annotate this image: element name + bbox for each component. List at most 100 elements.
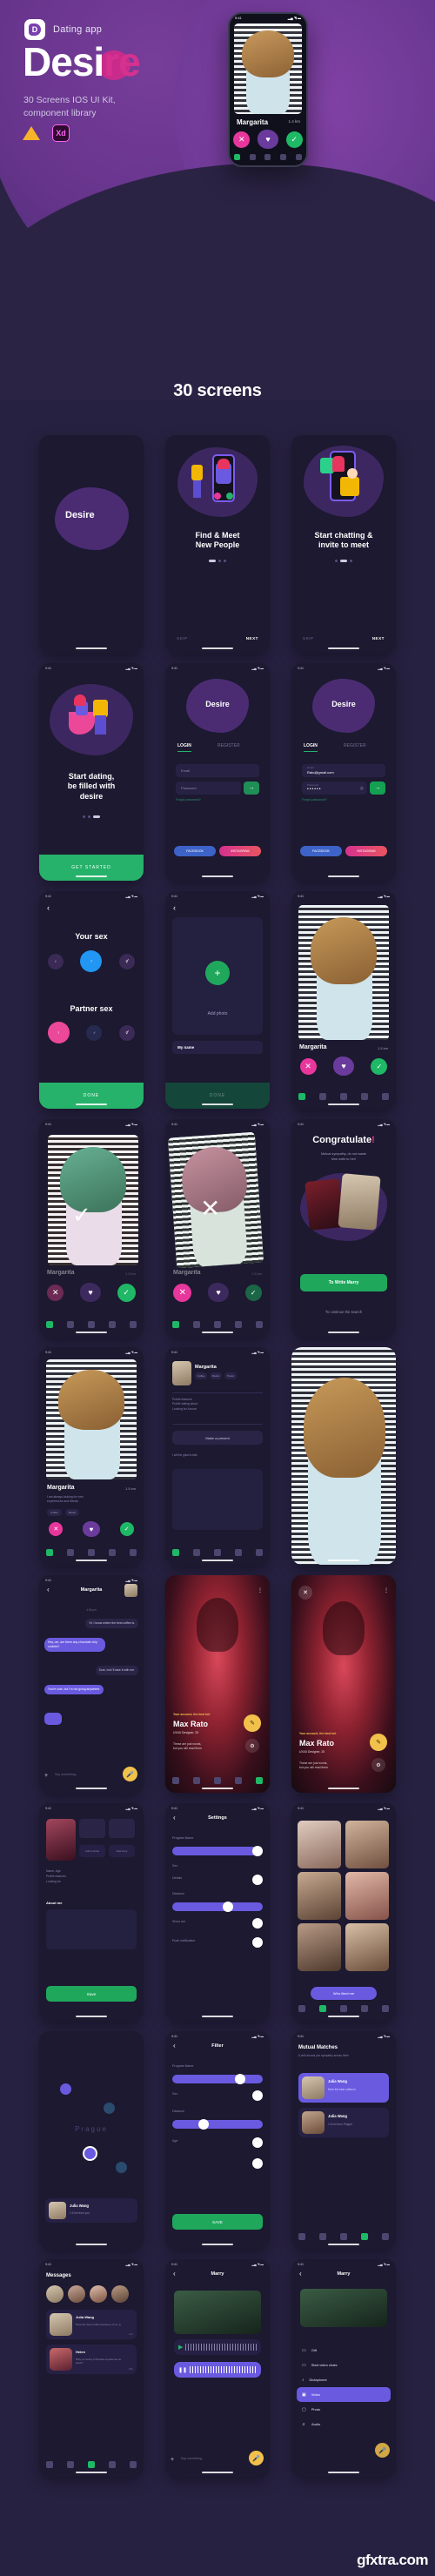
tab-profile-icon[interactable] bbox=[382, 2005, 389, 2012]
back-arrow-icon[interactable]: ‹ bbox=[47, 903, 50, 912]
tab-chat-icon[interactable] bbox=[340, 2233, 347, 2240]
profile-gallery[interactable] bbox=[172, 1469, 263, 1530]
email-field[interactable]: Email bbox=[176, 764, 259, 777]
screen-match[interactable]: 9:41 ▂▄ ◥ ▬ Congratulate! Mutual sympathy… bbox=[291, 1119, 396, 1337]
voice-message-played[interactable]: ▶ bbox=[174, 2339, 261, 2355]
add-photo-button[interactable]: + bbox=[205, 961, 230, 985]
tab-register[interactable]: REGISTER bbox=[344, 743, 366, 748]
tab-profile-icon[interactable] bbox=[130, 2461, 137, 2468]
screen-my-profile-edit[interactable]: 9:41▂▄ ◥ ▬ ✕ ⋮ Your account, the best be… bbox=[291, 1575, 396, 1793]
tab-likes-icon[interactable] bbox=[361, 2005, 368, 2012]
eye-icon[interactable]: ◎ bbox=[360, 786, 364, 791]
slider-handle[interactable] bbox=[198, 2119, 209, 2130]
tab-grid-icon[interactable] bbox=[67, 1549, 74, 1556]
tab-discover-icon[interactable] bbox=[172, 1777, 179, 1784]
dislike-button[interactable]: ✕ bbox=[49, 1522, 64, 1536]
message-row[interactable]: Julia Wang Here the best coffee because … bbox=[46, 2310, 137, 2339]
tab-chat-icon[interactable] bbox=[88, 2461, 95, 2468]
tab-profile-icon[interactable] bbox=[130, 1321, 137, 1328]
my-name-field[interactable]: My name bbox=[172, 1041, 263, 1054]
dot-1[interactable] bbox=[83, 815, 85, 818]
person-card[interactable] bbox=[345, 1821, 389, 1868]
person-card[interactable] bbox=[298, 1821, 341, 1868]
filter-toggle[interactable] bbox=[252, 2090, 263, 2101]
screen-people-grid[interactable]: 9:41 ▂▄ ◥ ▬ Who liked me bbox=[291, 1803, 396, 2021]
photo-slot[interactable] bbox=[109, 1819, 135, 1838]
tab-grid-icon[interactable] bbox=[67, 2461, 74, 2468]
tab-likes-icon[interactable] bbox=[235, 1777, 242, 1784]
tab-likes-icon[interactable] bbox=[361, 1093, 368, 1100]
menu-item-video-chat[interactable]: ▭ Start video chats bbox=[297, 2358, 391, 2372]
skip-button[interactable]: SKIP bbox=[177, 636, 187, 641]
option-male[interactable]: ♂ bbox=[80, 950, 103, 972]
map-pin[interactable] bbox=[60, 2083, 71, 2095]
tab-profile-icon[interactable] bbox=[256, 1777, 263, 1784]
like-button[interactable]: ✓ bbox=[244, 1284, 262, 1301]
tab-likes-icon[interactable] bbox=[235, 1549, 242, 1556]
screen-chat[interactable]: 9:41 ▂▄ ◥ ▬ ‹ Margarita 4:36 pm Hi, I kno… bbox=[39, 1575, 144, 1793]
filter-toggle[interactable] bbox=[252, 2158, 263, 2169]
filter-toggle[interactable] bbox=[252, 2137, 263, 2148]
menu-item-photo[interactable]: ▢ Photo bbox=[297, 2402, 391, 2417]
submit-button[interactable]: → bbox=[370, 782, 385, 795]
bottom-tab-bar[interactable] bbox=[165, 1777, 270, 1784]
bottom-tab-bar[interactable] bbox=[165, 1549, 270, 1556]
tab-profile-icon[interactable] bbox=[382, 1093, 389, 1100]
tab-likes-icon[interactable] bbox=[235, 1321, 242, 1328]
option-female[interactable]: ♀ bbox=[47, 1022, 70, 1043]
screen-login-empty[interactable]: 9:41 ▂▄ ◥ ▬ Desire LOGIN REGISTER Email P… bbox=[165, 663, 270, 881]
option-other[interactable]: ⚥ bbox=[119, 953, 136, 969]
voice-record-button[interactable]: 🎤 bbox=[249, 2451, 264, 2465]
tab-profile-icon[interactable] bbox=[256, 1321, 263, 1328]
screen-onboarding-3[interactable]: 9:41 ▂▄ ◥ ▬ Start dating, be filled with … bbox=[39, 663, 144, 881]
edit-profile-button[interactable]: ✎ bbox=[370, 1734, 387, 1751]
forgot-password-link[interactable]: Forgot password? bbox=[176, 798, 201, 802]
screen-discover[interactable]: 9:41 ▂▄ ◥ ▬ Margarita 1.5 km ✕ ♥ ✓ bbox=[291, 891, 396, 1109]
profile-photo[interactable] bbox=[298, 905, 389, 1040]
chat-input-placeholder[interactable]: Say something... bbox=[181, 2457, 204, 2460]
voice-record-button[interactable]: 🎤 bbox=[375, 2443, 390, 2458]
more-options-icon[interactable]: ⋮ bbox=[384, 1587, 389, 1593]
setting-toggle[interactable] bbox=[252, 1937, 263, 1948]
about-me-textarea[interactable] bbox=[46, 1909, 137, 1949]
pause-icon[interactable]: ❚❚ bbox=[178, 2367, 187, 2373]
tab-grid-icon[interactable] bbox=[319, 1093, 326, 1100]
map-pin-active[interactable] bbox=[83, 2146, 97, 2161]
instagram-login-button[interactable]: INSTAGRAM bbox=[345, 846, 387, 856]
match-row[interactable]: Julia Wang Here the best coffee is bbox=[298, 2073, 389, 2103]
screen-map[interactable]: 9:41▂▄ ◥ ▬ Prague Julia Wang 1.5 km from… bbox=[39, 2031, 144, 2249]
slider-handle[interactable] bbox=[223, 1902, 233, 1912]
tab-grid-icon[interactable] bbox=[319, 2005, 326, 2012]
screen-login-filled[interactable]: 9:41 ▂▄ ◥ ▬ Desire LOGIN REGISTER Email R… bbox=[291, 663, 396, 881]
slider-handle[interactable] bbox=[235, 2074, 245, 2084]
option-other[interactable]: ⚥ bbox=[119, 1024, 136, 1041]
dot-3[interactable] bbox=[93, 815, 100, 818]
add-photo-button[interactable]: Add a photo bbox=[79, 1845, 105, 1857]
bottom-tab-bar[interactable] bbox=[165, 1321, 270, 1328]
dot-2[interactable] bbox=[218, 560, 221, 562]
message-row[interactable]: Helen Why so lonely in Russia experience… bbox=[46, 2345, 137, 2374]
superlike-button[interactable]: ♥ bbox=[82, 1521, 100, 1537]
close-icon[interactable]: ✕ bbox=[298, 1586, 312, 1600]
dot-3[interactable] bbox=[224, 560, 226, 562]
filter-slider[interactable] bbox=[172, 2074, 263, 2084]
screen-settings[interactable]: 9:41 ▂▄ ◥ ▬ ‹ Settings Program Name Sex D… bbox=[165, 1803, 270, 2021]
tab-likes-icon[interactable] bbox=[361, 2233, 368, 2240]
tab-chat-icon[interactable] bbox=[88, 1321, 95, 1328]
tab-grid-icon[interactable] bbox=[67, 1321, 74, 1328]
screen-edit-profile[interactable]: 9:41 ▂▄ ◥ ▬ Add a photo Add story Name, A… bbox=[39, 1803, 144, 2021]
screen-profile-card[interactable]: 9:41 ▂▄ ◥ ▬ Margarita 1.5 km I am always … bbox=[39, 1347, 144, 1565]
menu-item-dictaphone[interactable]: ♪ Dictaphone bbox=[297, 2372, 391, 2387]
like-button[interactable]: ✓ bbox=[285, 131, 303, 148]
superlike-button[interactable]: ♥ bbox=[332, 1057, 354, 1076]
tab-discover-icon[interactable] bbox=[298, 2233, 305, 2240]
tab-discover-icon[interactable] bbox=[46, 2461, 53, 2468]
profile-photo[interactable] bbox=[46, 1359, 137, 1479]
attach-plus-icon[interactable]: + bbox=[44, 1773, 48, 1779]
tab-login[interactable]: LOGIN bbox=[304, 743, 318, 752]
tab-discover-icon[interactable] bbox=[298, 2005, 305, 2012]
email-field[interactable]: Email Rato@gmail.com bbox=[302, 764, 385, 777]
screen-my-profile[interactable]: 9:41▂▄ ◥ ▬ ⋮ Your account, the best bet … bbox=[165, 1575, 270, 1793]
avatar[interactable] bbox=[68, 2285, 85, 2303]
screen-attach-menu[interactable]: 9:41 ▂▄ ◥ ▬ ‹ Marry ▭ Gift ▭ Start video … bbox=[291, 2259, 396, 2477]
